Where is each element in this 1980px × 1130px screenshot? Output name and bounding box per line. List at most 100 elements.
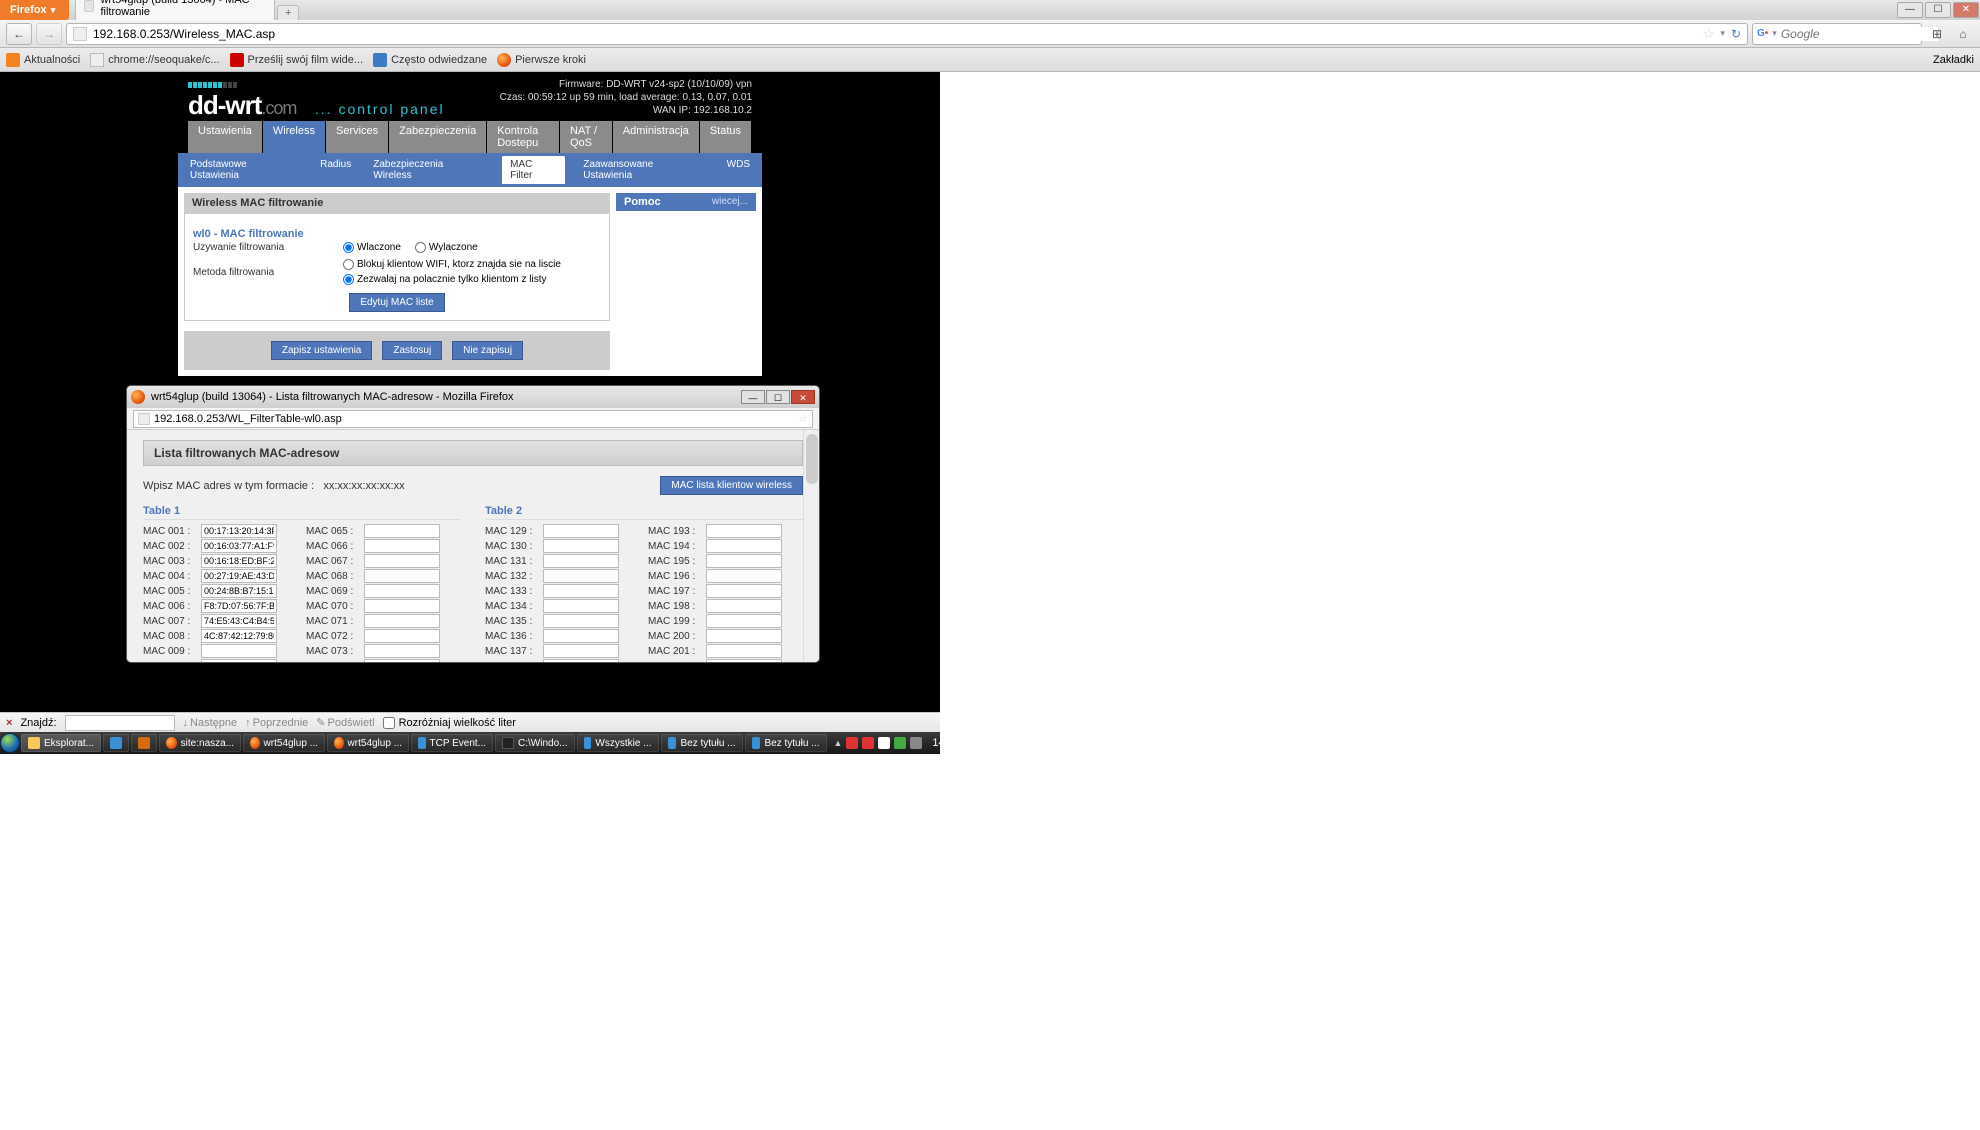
mac-input[interactable] <box>706 629 782 643</box>
taskbar-item[interactable] <box>131 734 157 752</box>
url-dropdown-icon[interactable]: ▾ <box>1720 28 1725 39</box>
mac-input[interactable] <box>201 599 277 613</box>
taskbar-item[interactable]: wrt54glup ... <box>243 734 325 752</box>
scrollbar[interactable] <box>803 430 819 662</box>
mac-input[interactable] <box>201 629 277 643</box>
bookmark-star-icon[interactable]: ☆ <box>798 412 808 425</box>
mac-input[interactable] <box>364 539 440 553</box>
mac-input[interactable] <box>543 539 619 553</box>
popup-maximize-button[interactable]: ☐ <box>766 390 790 404</box>
mac-input[interactable] <box>706 569 782 583</box>
bookmark-item[interactable]: Aktualności <box>6 53 80 67</box>
url-input[interactable] <box>93 27 1697 41</box>
taskbar-item[interactable] <box>103 734 129 752</box>
forward-button[interactable]: → <box>36 23 62 45</box>
tray-icon[interactable] <box>846 737 858 749</box>
mac-input[interactable] <box>201 659 277 662</box>
taskbar-item[interactable]: TCP Event... <box>411 734 493 752</box>
popup-close-button[interactable]: ✕ <box>791 390 815 404</box>
mac-input[interactable] <box>201 614 277 628</box>
firefox-menu-button[interactable]: Firefox <box>0 0 69 20</box>
sub-tab[interactable]: WDS <box>723 156 754 184</box>
find-highlight-button[interactable]: ✎ Podświetl <box>316 716 374 729</box>
taskbar-item[interactable]: C:\Windo... <box>495 734 574 752</box>
mac-input[interactable] <box>706 599 782 613</box>
minimize-button[interactable]: — <box>1897 2 1923 18</box>
mac-input[interactable] <box>543 599 619 613</box>
downloads-icon[interactable]: ⊞ <box>1926 23 1948 45</box>
browser-tab[interactable]: wrt54glup (build 13064) - MAC filtrowani… <box>75 0 275 20</box>
main-tab[interactable]: NAT / QoS <box>560 121 612 153</box>
popup-titlebar[interactable]: wrt54glup (build 13064) - Lista filtrowa… <box>127 386 819 408</box>
filter-enable-radio[interactable]: Wlaczone <box>343 242 401 253</box>
sub-tab[interactable]: Radius <box>316 156 355 184</box>
tray-icon[interactable] <box>894 737 906 749</box>
help-more-link[interactable]: wiecej... <box>712 196 748 208</box>
mac-input[interactable] <box>364 644 440 658</box>
mac-client-list-button[interactable]: MAC lista klientow wireless <box>660 476 803 495</box>
main-tab[interactable]: Kontrola Dostepu <box>487 121 559 153</box>
save-button[interactable]: Zapisz ustawienia <box>271 341 372 360</box>
main-tab[interactable]: Services <box>326 121 388 153</box>
main-tab[interactable]: Administracja <box>613 121 699 153</box>
reload-button[interactable]: ↻ <box>1731 27 1741 41</box>
mac-input[interactable] <box>543 524 619 538</box>
taskbar-item[interactable]: Bez tytułu ... <box>661 734 743 752</box>
mac-input[interactable] <box>201 644 277 658</box>
mac-input[interactable] <box>364 584 440 598</box>
mac-input[interactable] <box>543 644 619 658</box>
mac-input[interactable] <box>706 524 782 538</box>
mac-input[interactable] <box>706 539 782 553</box>
bookmark-star-icon[interactable]: ☆ <box>1703 26 1715 42</box>
apply-button[interactable]: Zastosuj <box>382 341 442 360</box>
mac-input[interactable] <box>364 524 440 538</box>
mac-input[interactable] <box>706 614 782 628</box>
popup-url-input-wrap[interactable]: 192.168.0.253/WL_FilterTable-wl0.asp ☆ <box>133 410 813 428</box>
mac-input[interactable] <box>364 614 440 628</box>
method-block-radio[interactable]: Blokuj klientow WIFI, ktorz znajda sie n… <box>343 259 561 270</box>
taskbar-item[interactable]: Bez tytułu ... <box>745 734 827 752</box>
mac-input[interactable] <box>364 554 440 568</box>
taskbar-item[interactable]: Eksplorat... <box>21 734 101 752</box>
bookmark-item[interactable]: Pierwsze kroki <box>497 53 586 67</box>
new-tab-button[interactable]: + <box>277 5 299 20</box>
start-button[interactable] <box>0 732 20 754</box>
taskbar-item[interactable]: wrt54glup ... <box>327 734 409 752</box>
tray-arrow-icon[interactable]: ▲ <box>834 738 843 748</box>
mac-input[interactable] <box>364 569 440 583</box>
close-button[interactable]: ✕ <box>1953 2 1979 18</box>
mac-input[interactable] <box>706 554 782 568</box>
bookmark-item[interactable]: chrome://seoquake/c... <box>90 53 219 67</box>
mac-input[interactable] <box>543 629 619 643</box>
cancel-button[interactable]: Nie zapisuj <box>452 341 523 360</box>
mac-input[interactable] <box>201 524 277 538</box>
main-tab[interactable]: Zabezpieczenia <box>389 121 486 153</box>
method-allow-radio[interactable]: Zezwalaj na polacznie tylko klientom z l… <box>343 274 547 285</box>
sub-tab[interactable]: MAC Filter <box>502 156 565 184</box>
taskbar-item[interactable]: Wszystkie ... <box>577 734 659 752</box>
back-button[interactable]: ← <box>6 23 32 45</box>
mac-input[interactable] <box>364 629 440 643</box>
find-case-checkbox[interactable]: Rozróżniaj wielkość liter <box>383 717 516 729</box>
mac-input[interactable] <box>706 644 782 658</box>
tray-icon[interactable] <box>862 737 874 749</box>
main-tab[interactable]: Ustawienia <box>188 121 262 153</box>
filter-disable-radio[interactable]: Wylaczone <box>415 242 478 253</box>
main-tab[interactable]: Status <box>700 121 751 153</box>
findbar-close-icon[interactable]: × <box>6 717 12 729</box>
sub-tab[interactable]: Zabezpieczenia Wireless <box>369 156 488 184</box>
url-bar[interactable]: ☆ ▾ ↻ <box>66 23 1748 45</box>
mac-input[interactable] <box>201 584 277 598</box>
bookmark-item[interactable]: Często odwiedzane <box>373 53 487 67</box>
search-input[interactable] <box>1781 27 1938 41</box>
home-button[interactable]: ⌂ <box>1952 23 1974 45</box>
mac-input[interactable] <box>543 554 619 568</box>
tray-icon[interactable] <box>878 737 890 749</box>
maximize-button[interactable]: ☐ <box>1925 2 1951 18</box>
mac-input[interactable] <box>706 659 782 662</box>
mac-input[interactable] <box>201 539 277 553</box>
mac-input[interactable] <box>364 659 440 662</box>
mac-input[interactable] <box>543 584 619 598</box>
bookmark-item[interactable]: Prześlij swój film wide... <box>230 53 364 67</box>
taskbar-clock[interactable]: 14:26 <box>932 737 960 749</box>
